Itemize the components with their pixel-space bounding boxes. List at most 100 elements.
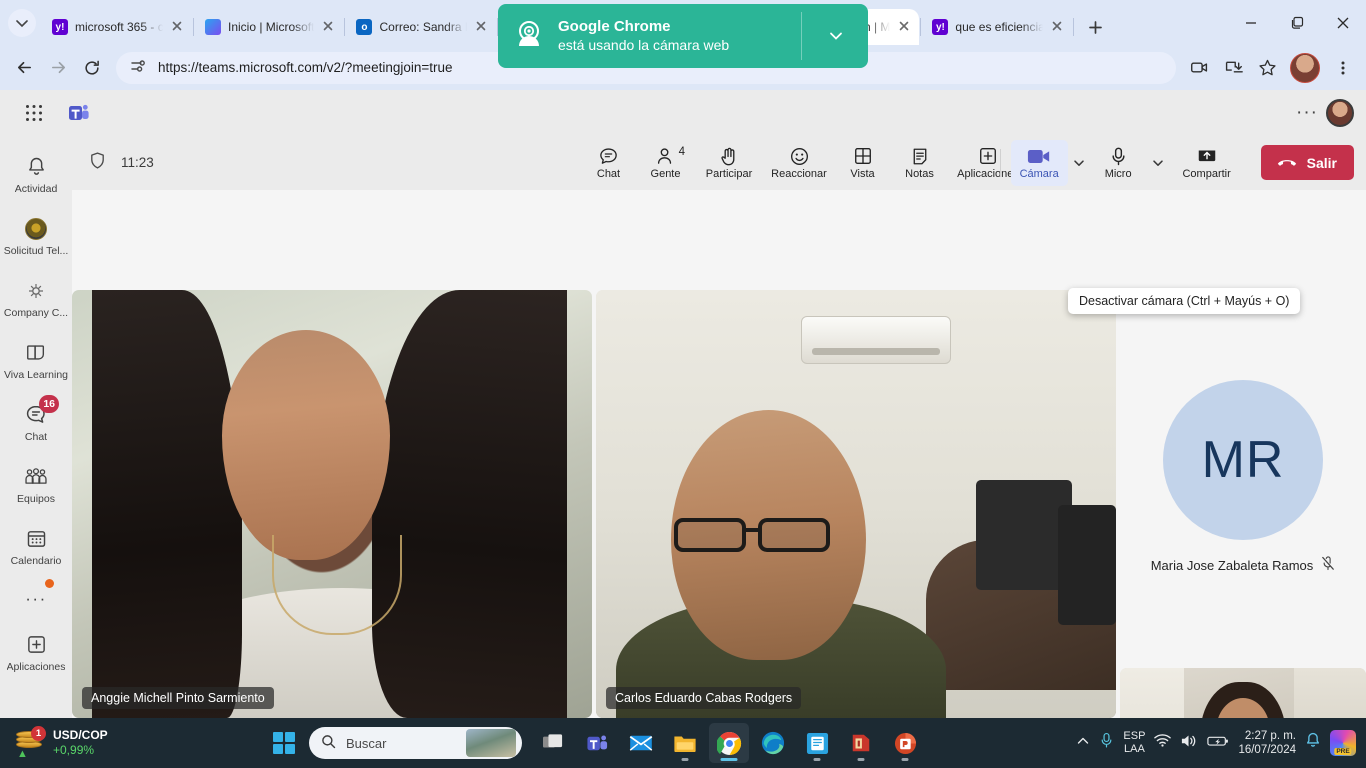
profile-avatar[interactable] [1290,52,1320,83]
battery-icon[interactable] [1207,734,1229,753]
camera-toggle-button[interactable]: Cámara [1010,139,1068,186]
sidebar-item-viva-learning[interactable]: Viva Learning [0,329,72,391]
video-content [222,330,390,560]
close-icon[interactable] [321,19,337,35]
company-icon [28,278,44,304]
chat-icon: 16 [25,394,59,428]
chrome-menu-icon[interactable] [1328,53,1358,83]
meeting-button-participar[interactable]: Participar [694,140,764,186]
taskbar-widget-usdcop[interactable]: ▲ 1 USD/COP +0,99% [0,726,250,760]
window-controls [1228,0,1366,45]
mic-toggle-button[interactable]: Micro [1090,140,1147,186]
tab-divider [1073,18,1075,36]
copilot-icon[interactable]: PRE [1330,730,1356,756]
account-avatar[interactable] [1326,98,1354,127]
input-language-indicator[interactable]: ESP LAA [1123,730,1145,756]
participant-name-label: Anggie Michell Pinto Sarmiento [82,687,274,709]
camera-icon[interactable] [1184,53,1214,83]
sidebar-more-button[interactable]: ··· [0,577,72,621]
winrar-icon[interactable] [841,723,881,763]
close-icon[interactable] [897,19,913,35]
close-icon[interactable] [474,19,490,35]
meeting-button-vista[interactable]: Vista [834,140,891,186]
sidebar-item-calendario[interactable]: Calendario [0,515,72,577]
sidebar-item-solicitud-tel[interactable]: Solicitud Tel... [0,205,72,267]
back-button[interactable] [8,52,40,84]
reload-button[interactable] [76,52,108,84]
app-launcher-icon[interactable] [16,104,52,122]
bookmark-star-icon[interactable] [1252,53,1282,83]
sidebar-item-actividad[interactable]: Actividad [0,143,72,205]
sidebar-item-equipos[interactable]: Equipos [0,453,72,515]
chevron-down-icon[interactable] [814,28,858,44]
new-tab-button[interactable] [1081,13,1109,41]
tab-title: Correo: Sandra P [379,20,468,34]
microsoft-teams-icon[interactable] [577,723,617,763]
notifications-icon[interactable] [1305,732,1321,754]
share-screen-button[interactable]: Compartir [1169,140,1245,186]
task-view-icon[interactable] [533,723,573,763]
taskbar-center: Buscar [264,723,925,763]
sidebar-item-label: Calendario [10,554,62,567]
sidebar-item-company-c[interactable]: Company C... [0,267,72,329]
volume-icon[interactable] [1180,733,1198,754]
microsoft-edge-icon[interactable] [753,723,793,763]
coins-icon: ▲ 1 [14,726,46,760]
participant-tile-carlos[interactable]: Carlos Eduardo Cabas Rodgers [596,290,1116,718]
browser-tab-2[interactable]: o Correo: Sandra P [346,9,496,45]
sidebar-item-aplicaciones[interactable]: Aplicaciones [0,621,72,683]
forward-button[interactable] [42,52,74,84]
file-explorer-icon[interactable] [665,723,705,763]
browser-tab-6[interactable]: y! que es eficiencia [922,9,1072,45]
camera-filled-icon [1027,145,1051,167]
chat-badge: 16 [39,394,59,413]
meeting-button-chat[interactable]: Chat [580,140,637,186]
tray-microphone-icon[interactable] [1099,732,1114,754]
calendar-icon [26,526,47,552]
mail-icon[interactable] [621,723,661,763]
close-icon[interactable] [170,19,186,35]
close-icon[interactable] [1050,19,1066,35]
hangup-icon [1276,155,1298,171]
meeting-toolbar: 11:23 Chat 4 Gente Participar Reaccionar… [72,135,1366,190]
browser-tab-0[interactable]: y! microsoft 365 - c [42,9,192,45]
tab-title: microsoft 365 - c [75,20,163,34]
share-screen-icon [1196,145,1218,167]
meeting-button-label: Notas [905,168,934,180]
leave-meeting-button[interactable]: Salir [1260,145,1354,180]
meeting-button-notas[interactable]: Notas [891,140,948,186]
wifi-icon[interactable] [1154,733,1172,753]
camera-options-chevron-down-icon[interactable] [1070,157,1088,169]
participant-name-label: Maria Jose Zabaleta Ramos [1150,557,1314,573]
participant-tile-maria[interactable]: MR Maria Jose Zabaleta Ramos [1120,290,1366,664]
camera-usage-notification[interactable]: Google Chrome está usando la cámara web [498,4,868,68]
meeting-button-gente[interactable]: 4 Gente [637,140,694,186]
tab-title: que es eficiencia [955,20,1044,34]
close-button[interactable] [1320,6,1366,40]
lang-line-1: ESP [1123,730,1146,742]
participant-count: 4 [678,146,685,158]
mic-options-chevron-down-icon[interactable] [1149,157,1167,169]
windows-start-icon[interactable] [264,723,304,763]
sidebar-item-chat[interactable]: 16 Chat [0,391,72,453]
chat-bubble-icon [598,145,619,167]
browser-tab-1[interactable]: Inicio | Microsoft [195,9,343,45]
tab-search-button[interactable] [8,9,36,37]
minimize-button[interactable] [1228,6,1274,40]
clock[interactable]: 2:27 p. m. 16/07/2024 [1238,729,1296,757]
google-chrome-icon[interactable] [709,723,749,763]
show-hidden-icons[interactable] [1076,734,1090,753]
scanner-app-icon[interactable] [797,723,837,763]
maximize-button[interactable] [1274,6,1320,40]
meeting-elapsed-time: 11:23 [121,155,154,170]
meeting-toolbar-left: 11:23 [72,151,154,175]
install-icon[interactable] [1218,53,1248,83]
meeting-button-reaccionar[interactable]: Reaccionar [764,140,834,186]
participant-tile-anggie[interactable]: Anggie Michell Pinto Sarmiento [72,290,592,718]
site-settings-icon[interactable] [130,58,146,77]
header-more-icon[interactable]: ··· [1296,102,1318,124]
powerpoint-icon[interactable] [885,723,925,763]
taskbar-search-input[interactable]: Buscar [309,727,522,759]
shield-icon[interactable] [88,151,107,175]
notification-title: Google Chrome [558,18,671,35]
